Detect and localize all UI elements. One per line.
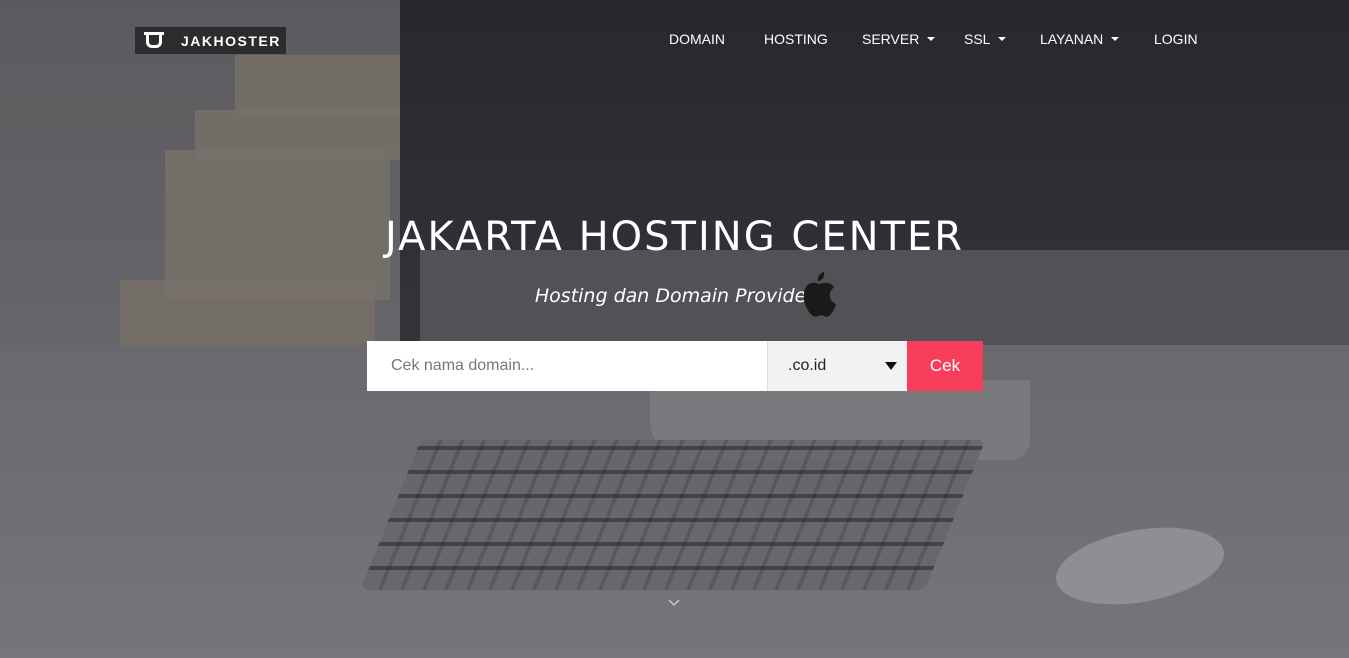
hero-title: JAKARTA HOSTING CENTER <box>384 214 965 260</box>
nav-item-label: LOGIN <box>1154 31 1198 47</box>
nav-item-label: SSL <box>964 31 991 47</box>
nav-item-login[interactable]: LOGIN <box>1154 31 1198 47</box>
apple-icon <box>803 272 836 317</box>
background-overlay <box>0 0 1349 658</box>
nav-item-ssl[interactable]: SSL <box>964 31 1007 47</box>
nav-item-label: LAYANAN <box>1040 31 1104 47</box>
caret-down-icon <box>885 362 897 370</box>
tld-selected-value: .co.id <box>788 357 827 374</box>
hero-section <box>0 0 1349 658</box>
nav-item-server[interactable]: SERVER <box>862 31 936 47</box>
nav-item-label: HOSTING <box>764 31 828 47</box>
hero-subtitle: Hosting dan Domain Provider <box>534 285 815 307</box>
logo-icon <box>143 31 167 51</box>
check-domain-button[interactable]: Cek <box>907 341 983 391</box>
brand-name: JAKHOSTER <box>181 32 281 49</box>
nav-item-label: SERVER <box>862 31 920 47</box>
caret-down-icon <box>1111 37 1120 41</box>
brand-logo[interactable]: JAKHOSTER <box>135 27 286 54</box>
chevron-down-icon[interactable] <box>667 596 681 610</box>
caret-down-icon <box>927 37 936 41</box>
nav-item-hosting[interactable]: HOSTING <box>764 31 828 47</box>
nav-item-label: DOMAIN <box>669 31 725 47</box>
domain-search-form: .co.id Cek <box>367 341 983 391</box>
caret-down-icon <box>998 37 1007 41</box>
nav-item-domain[interactable]: DOMAIN <box>669 31 725 47</box>
nav-item-layanan[interactable]: LAYANAN <box>1040 31 1120 47</box>
tld-select[interactable]: .co.id <box>767 341 907 391</box>
domain-search-input[interactable] <box>367 341 767 391</box>
